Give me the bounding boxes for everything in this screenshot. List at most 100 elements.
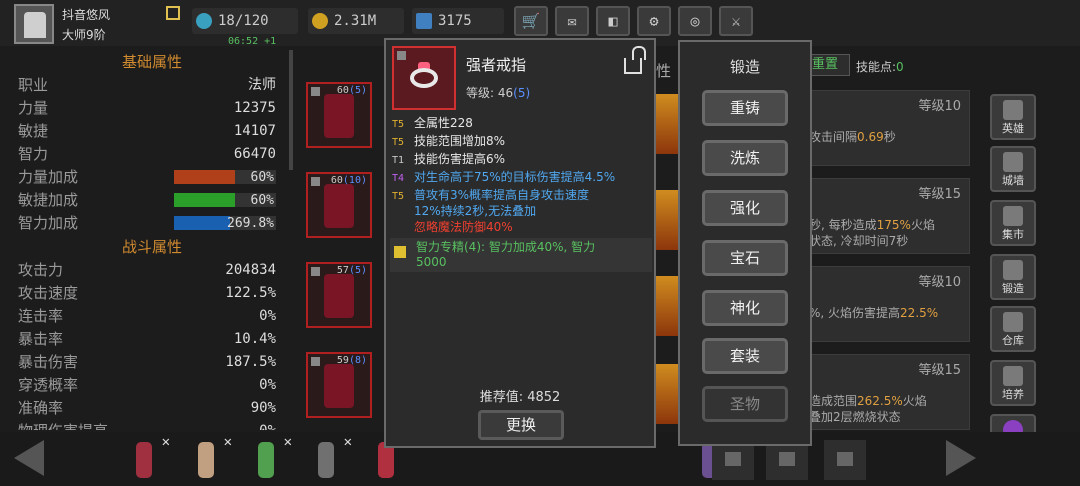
sword-icon: ⚔ [731, 12, 741, 30]
equipment-slot[interactable]: 59(8) [306, 352, 372, 418]
nav-forge[interactable]: 锻造 [990, 254, 1036, 300]
skill-card[interactable]: 等级15 造成范围262.5%火焰 叠加2层燃烧状态 [800, 354, 970, 430]
player-name: 抖音悠风 [62, 8, 111, 22]
gamepad-button[interactable]: ◧ [596, 6, 630, 36]
locked-slot[interactable] [824, 440, 866, 480]
relic-button[interactable]: 圣物 [702, 386, 788, 422]
nav-storage[interactable]: 仓库 [990, 306, 1036, 352]
stat-label: 职业 [18, 76, 49, 94]
sword-button[interactable]: ⚔ [719, 6, 753, 36]
equipment-slot[interactable]: 60(5) [306, 82, 372, 148]
slot-level-plus: (10) [342, 175, 367, 186]
wheel-icon: ◎ [690, 12, 700, 30]
nav-hero[interactable]: 英雄 [990, 94, 1036, 140]
affix-text: 12%持续2秒,无法叠加 [414, 204, 537, 218]
swap-button[interactable]: 更换 [478, 410, 564, 440]
edit-icon[interactable] [166, 6, 180, 20]
enhance-button[interactable]: 强化 [702, 190, 788, 226]
stat-label: 准确率 [18, 399, 64, 417]
unlock-icon[interactable] [624, 46, 646, 74]
skill-desc-highlight: 0.69 [857, 130, 884, 144]
hero-slot[interactable]: ✕ [186, 434, 232, 482]
stat-row: 力量 12375 [14, 97, 290, 120]
mail-button[interactable]: ✉ [555, 6, 589, 36]
hero-slot[interactable]: ✕ [246, 434, 292, 482]
stat-row: 穿透概率 0% [14, 374, 290, 397]
energy-value: 18/120 [218, 13, 269, 29]
basic-stats-title: 基础属性 [121, 53, 182, 71]
slot-level: 60(5) [337, 85, 367, 96]
close-icon[interactable]: ✕ [162, 434, 170, 450]
bonus-value: 60% [250, 170, 274, 185]
nav-wall[interactable]: 城墙 [990, 146, 1036, 192]
slot-level-value: 59 [336, 355, 349, 366]
close-icon[interactable]: ✕ [284, 434, 292, 450]
anvil-icon [1003, 260, 1023, 280]
set-bonus-row: 智力专精(4): 智力加成40%, 智力 5000 [390, 238, 652, 272]
settings-button[interactable]: ⚙ [637, 6, 671, 36]
affix-tier: T5 [392, 137, 405, 148]
stat-label: 暴击伤害 [18, 353, 79, 371]
stat-label: 力量 [18, 99, 49, 117]
stat-label: 攻击速度 [18, 284, 79, 302]
stat-label: 暴击率 [18, 330, 64, 348]
equipment-slot[interactable]: 57(5) [306, 262, 372, 328]
skill-points-value: 0 [896, 60, 904, 74]
skill-card[interactable]: 等级10 %, 火焰伤害提高22.5% [800, 266, 970, 342]
lock-icon [311, 177, 320, 186]
helmet-icon [1003, 100, 1023, 120]
hero-slot[interactable]: ✕ [306, 434, 352, 482]
skill-card[interactable]: 等级15 秒, 每秒造成175%火焰 状态, 冷却时间7秒 [800, 178, 970, 254]
stat-label: 敏捷 [18, 122, 49, 140]
stats-panel[interactable]: 基础属性 职业 法师 力量 12375 敏捷 14107 智力 66470 力量加成 6… [14, 50, 290, 430]
player-avatar[interactable] [14, 4, 54, 44]
set-button[interactable]: 套装 [702, 338, 788, 374]
reforge-button[interactable]: 重铸 [702, 90, 788, 126]
skills-panel: 重置 技能点:0 等级10 攻击间隔0.69秒 等级15 秒, 每秒造成175%… [800, 50, 978, 430]
refine-button[interactable]: 洗炼 [702, 140, 788, 176]
stats-scrollbar[interactable] [289, 50, 293, 170]
stat-value: 0% [259, 308, 276, 324]
equipment-slot[interactable]: 60(10) [306, 172, 372, 238]
nav-label: 锻造 [1002, 282, 1024, 295]
equipment-icon [324, 184, 354, 228]
shop-icon: 🛒 [521, 12, 541, 30]
item-level-plus: (5) [513, 86, 531, 100]
fire-skill-icon [654, 94, 678, 154]
fire-skill-icon [654, 190, 678, 250]
score-label: 推荐值: [479, 390, 524, 405]
fire-skill-icon [654, 276, 678, 336]
stat-value: 204834 [225, 262, 276, 278]
wheel-button[interactable]: ◎ [678, 6, 712, 36]
hero-slot[interactable]: ✕ [124, 434, 170, 482]
divine-button[interactable]: 神化 [702, 290, 788, 326]
item-level: 等级: 46(5) [466, 84, 530, 101]
stat-row: 准确率 90% [14, 397, 290, 420]
recommend-score: 推荐值: 4852 [386, 386, 654, 405]
skill-desc: 秒, 每秒造成175%火焰 状态, 冷却时间7秒 [809, 217, 935, 249]
affix-text: 技能范围增加8% [414, 134, 506, 148]
affix-tier: T5 [392, 119, 405, 130]
shop-button[interactable]: 🛒 [514, 6, 548, 36]
nav-train[interactable]: 培养 [990, 360, 1036, 406]
skill-card[interactable]: 等级10 攻击间隔0.69秒 [800, 90, 970, 166]
nav-market[interactable]: 集市 [990, 200, 1036, 246]
next-arrow-icon[interactable] [946, 440, 976, 476]
item-level-label: 等级: [466, 86, 495, 100]
nav-label: 仓库 [1002, 334, 1024, 347]
skill-desc-text: 造成范围 [809, 394, 858, 408]
locked-slot[interactable] [766, 440, 808, 480]
intelligence-bonus-bar: 269.8% [174, 216, 276, 231]
slot-level-value: 57 [336, 265, 349, 276]
locked-slot[interactable] [712, 440, 754, 480]
prev-arrow-icon[interactable] [14, 440, 44, 476]
set-bonus-text: 智力专精(4): 智力加成40%, 智力 5000 [416, 240, 595, 270]
tab-partial-label[interactable]: 性 [656, 60, 671, 81]
slot-level-plus: (5) [348, 265, 367, 276]
affix-tier: T1 [392, 155, 405, 166]
gem-button[interactable]: 宝石 [702, 240, 788, 276]
bonus-label: 敏捷加成 [18, 191, 79, 209]
affix-text: 全属性228 [414, 116, 473, 130]
close-icon[interactable]: ✕ [344, 434, 352, 450]
close-icon[interactable]: ✕ [224, 434, 232, 450]
